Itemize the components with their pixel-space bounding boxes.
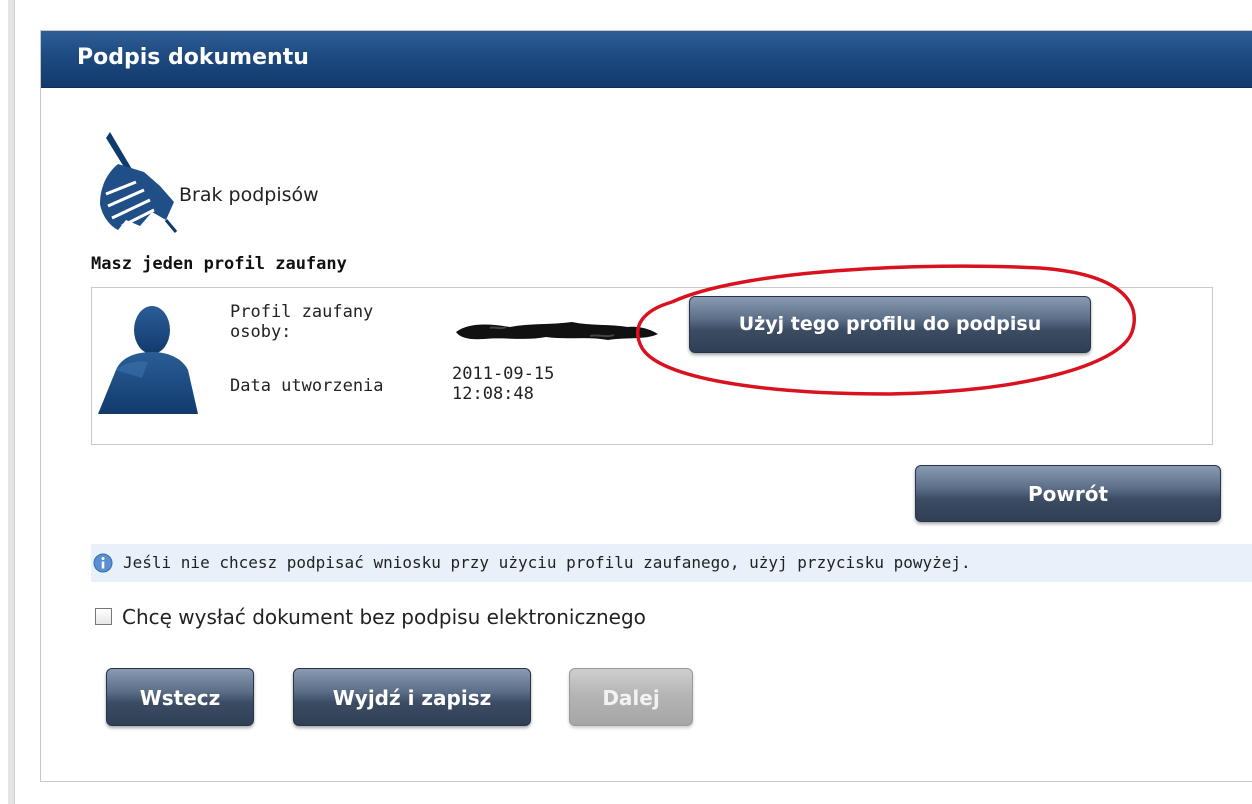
creation-date-value: 2011-09-15 12:08:48 [452, 364, 555, 404]
send-without-signature-label[interactable]: Chcę wysłać dokument bez podpisu elektro… [122, 605, 646, 629]
panel-header: Podpis dokumentu [41, 31, 1252, 88]
back-button[interactable]: Powrót [915, 465, 1221, 522]
trusted-profile-box: Profil zaufany osoby: Data utworzenia 20… [91, 287, 1213, 445]
trusted-profile-heading: Masz jeden profil zaufany [91, 254, 347, 274]
page-left-border [8, 0, 15, 804]
send-without-signature-checkbox[interactable] [95, 608, 112, 625]
creation-date-label: Data utworzenia [230, 376, 384, 396]
use-profile-button[interactable]: Użyj tego profilu do podpisu [689, 296, 1091, 353]
person-silhouette-icon [98, 306, 198, 414]
info-icon [93, 553, 113, 573]
panel-title: Podpis dokumentu [77, 45, 309, 70]
info-message: Jeśli nie chcesz podpisać wniosku przy u… [91, 544, 1252, 582]
sign-document-panel: Podpis dokumentu Brak podpisów Masz jede… [40, 30, 1252, 782]
profile-owner-label: Profil zaufany osoby: [230, 302, 374, 342]
exit-and-save-button[interactable]: Wyjdź i zapisz [293, 668, 531, 726]
previous-button[interactable]: Wstecz [106, 668, 254, 726]
no-signatures-text: Brak podpisów [179, 184, 319, 206]
next-button-disabled: Dalej [569, 668, 693, 726]
info-text: Jeśli nie chcesz podpisać wniosku przy u… [123, 553, 971, 572]
redacted-owner-name [456, 322, 658, 340]
signature-pen-icon [100, 132, 178, 233]
